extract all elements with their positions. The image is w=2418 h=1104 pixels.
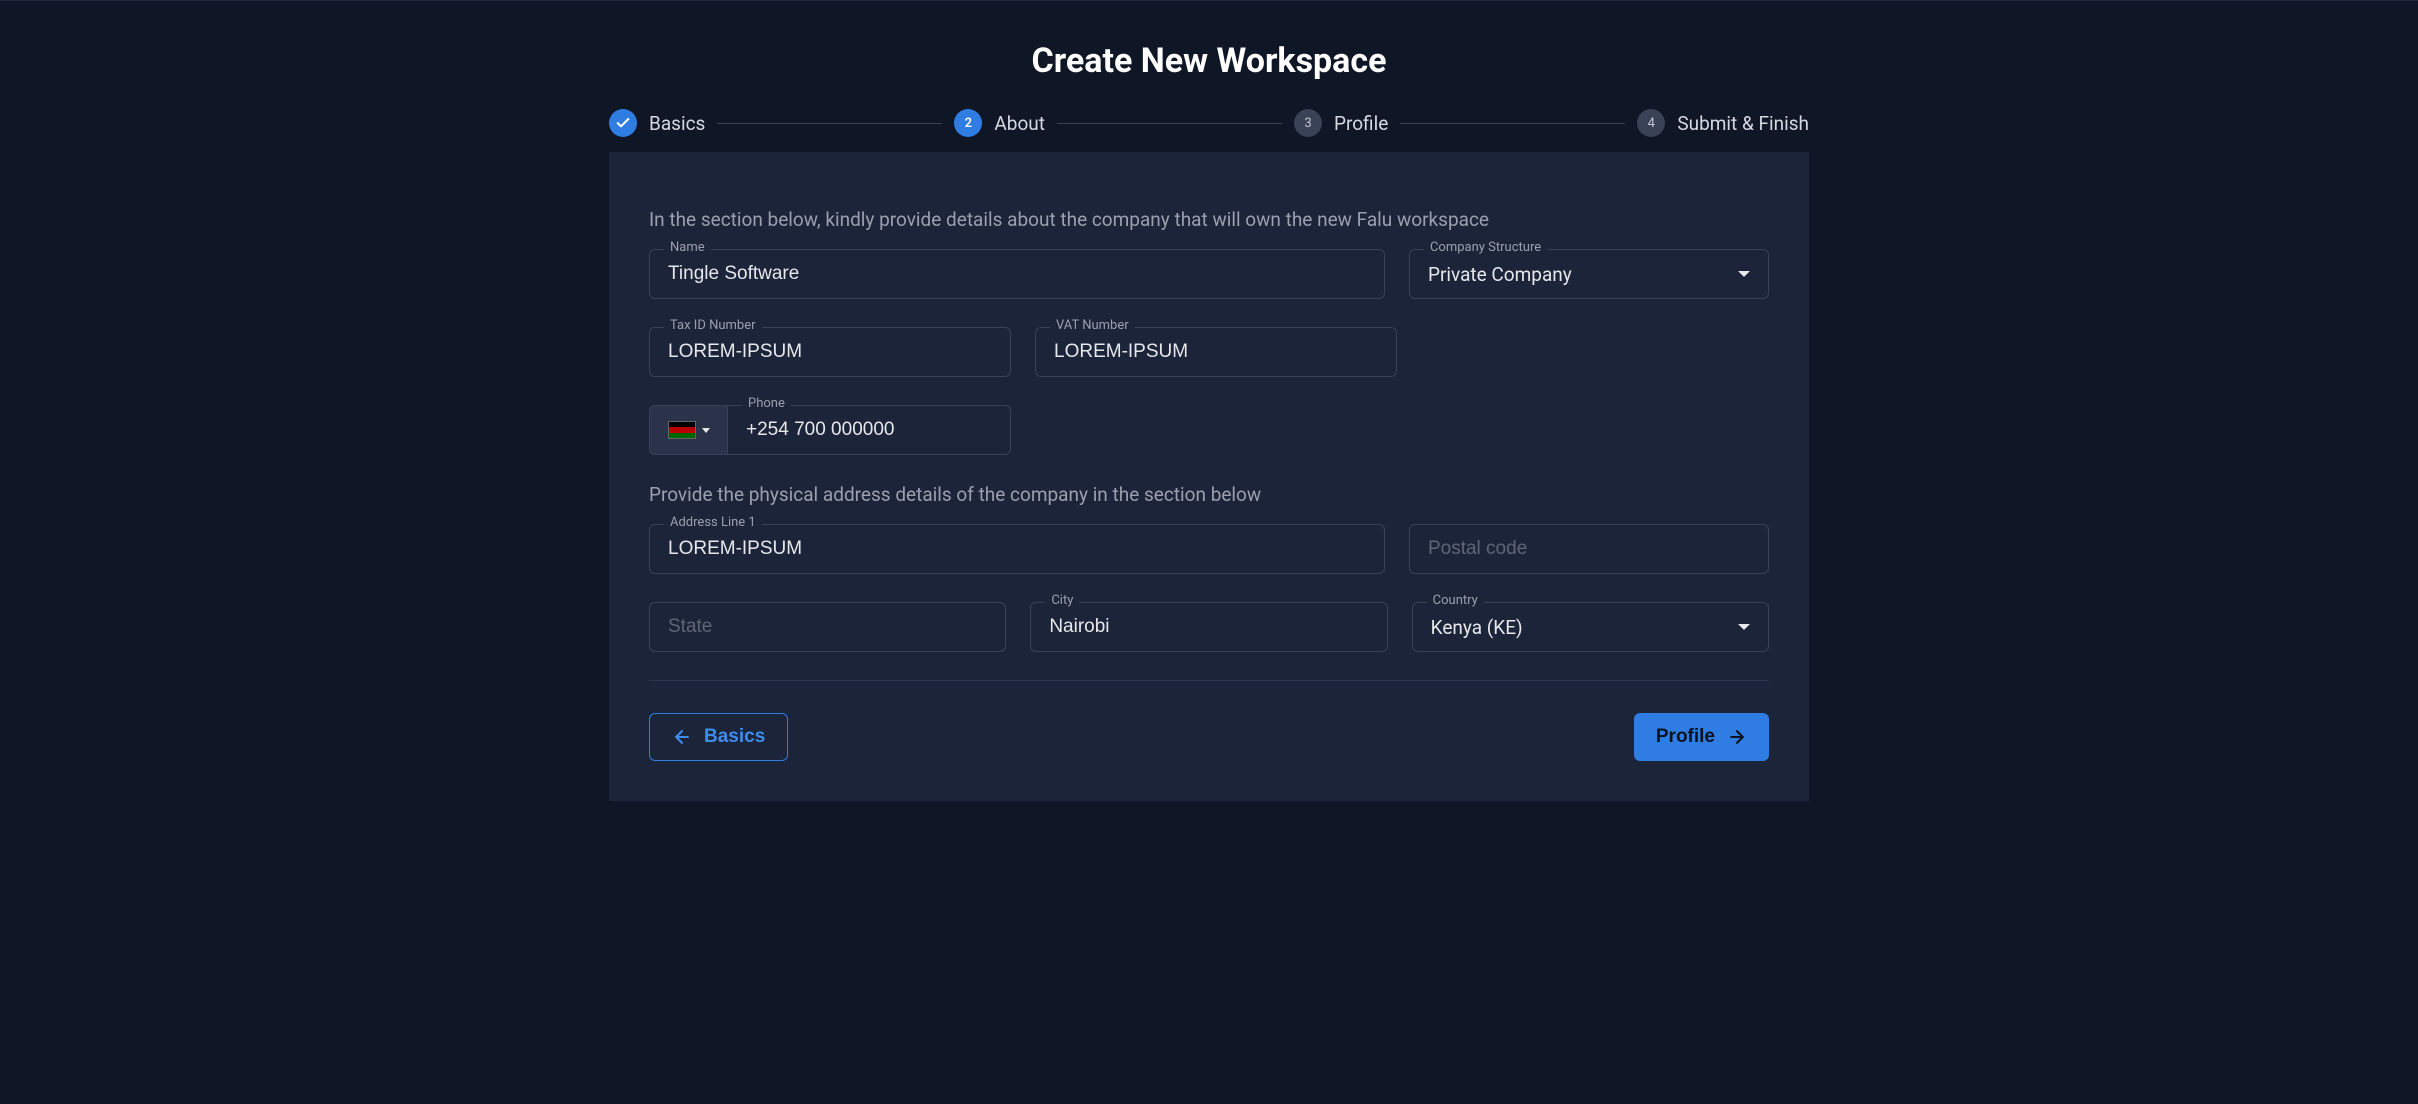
step-profile[interactable]: 3 Profile [1294,109,1388,137]
field-label: Country [1427,593,1484,608]
step-basics[interactable]: Basics [609,109,705,137]
section-company-text: In the section below, kindly provide det… [649,208,1769,231]
state-field[interactable] [649,602,1006,652]
field-label: Company Structure [1424,240,1547,255]
country-select[interactable]: Country Kenya (KE) [1412,602,1769,652]
field-label: City [1045,593,1079,608]
divider [649,680,1769,681]
arrow-right-icon [1727,727,1747,747]
phone-group: Phone [649,405,1011,455]
select-value: Kenya (KE) [1413,603,1738,651]
step-submit[interactable]: 4 Submit & Finish [1637,109,1809,137]
field-label: VAT Number [1050,318,1135,333]
next-button[interactable]: Profile [1634,713,1769,761]
field-label: Phone [742,396,791,411]
city-field[interactable]: City [1030,602,1387,652]
field-label: Name [664,240,711,255]
address1-field[interactable]: Address Line 1 [649,524,1385,574]
name-input[interactable] [650,250,1384,298]
check-icon [609,109,637,137]
page-title: Create New Workspace [0,41,2418,81]
address1-input[interactable] [650,525,1384,573]
state-input[interactable] [650,603,1005,651]
field-label: Tax ID Number [664,318,762,333]
tax-id-input[interactable] [650,328,1010,376]
phone-country-select[interactable] [649,405,727,455]
chevron-down-icon [1738,624,1750,630]
step-number-icon: 3 [1294,109,1322,137]
step-connector [717,123,942,124]
chevron-down-icon [1738,271,1750,277]
city-input[interactable] [1031,603,1386,651]
kenya-flag-icon [668,421,696,439]
name-field[interactable]: Name [649,249,1385,299]
select-value: Private Company [1410,250,1738,298]
vat-input[interactable] [1036,328,1396,376]
step-label: About [994,112,1045,135]
step-connector [1400,123,1625,124]
step-about[interactable]: 2 About [954,109,1045,137]
form-card: In the section below, kindly provide det… [609,152,1809,801]
section-address-text: Provide the physical address details of … [649,483,1769,506]
vat-field[interactable]: VAT Number [1035,327,1397,377]
back-button[interactable]: Basics [649,713,788,761]
button-label: Basics [704,726,765,748]
postal-input[interactable] [1410,525,1768,573]
step-label: Submit & Finish [1677,112,1809,135]
chevron-down-icon [702,428,710,433]
step-label: Basics [649,112,705,135]
stepper: Basics 2 About 3 Profile 4 Submit & Fini… [609,109,1809,137]
postal-field[interactable] [1409,524,1769,574]
structure-select[interactable]: Company Structure Private Company [1409,249,1769,299]
tax-id-field[interactable]: Tax ID Number [649,327,1011,377]
step-connector [1057,123,1282,124]
phone-input[interactable] [728,406,1010,454]
step-number-icon: 2 [954,109,982,137]
phone-field[interactable]: Phone [727,405,1011,455]
button-label: Profile [1656,726,1715,748]
arrow-left-icon [672,727,692,747]
step-number-icon: 4 [1637,109,1665,137]
field-label: Address Line 1 [664,515,762,530]
step-label: Profile [1334,112,1388,135]
